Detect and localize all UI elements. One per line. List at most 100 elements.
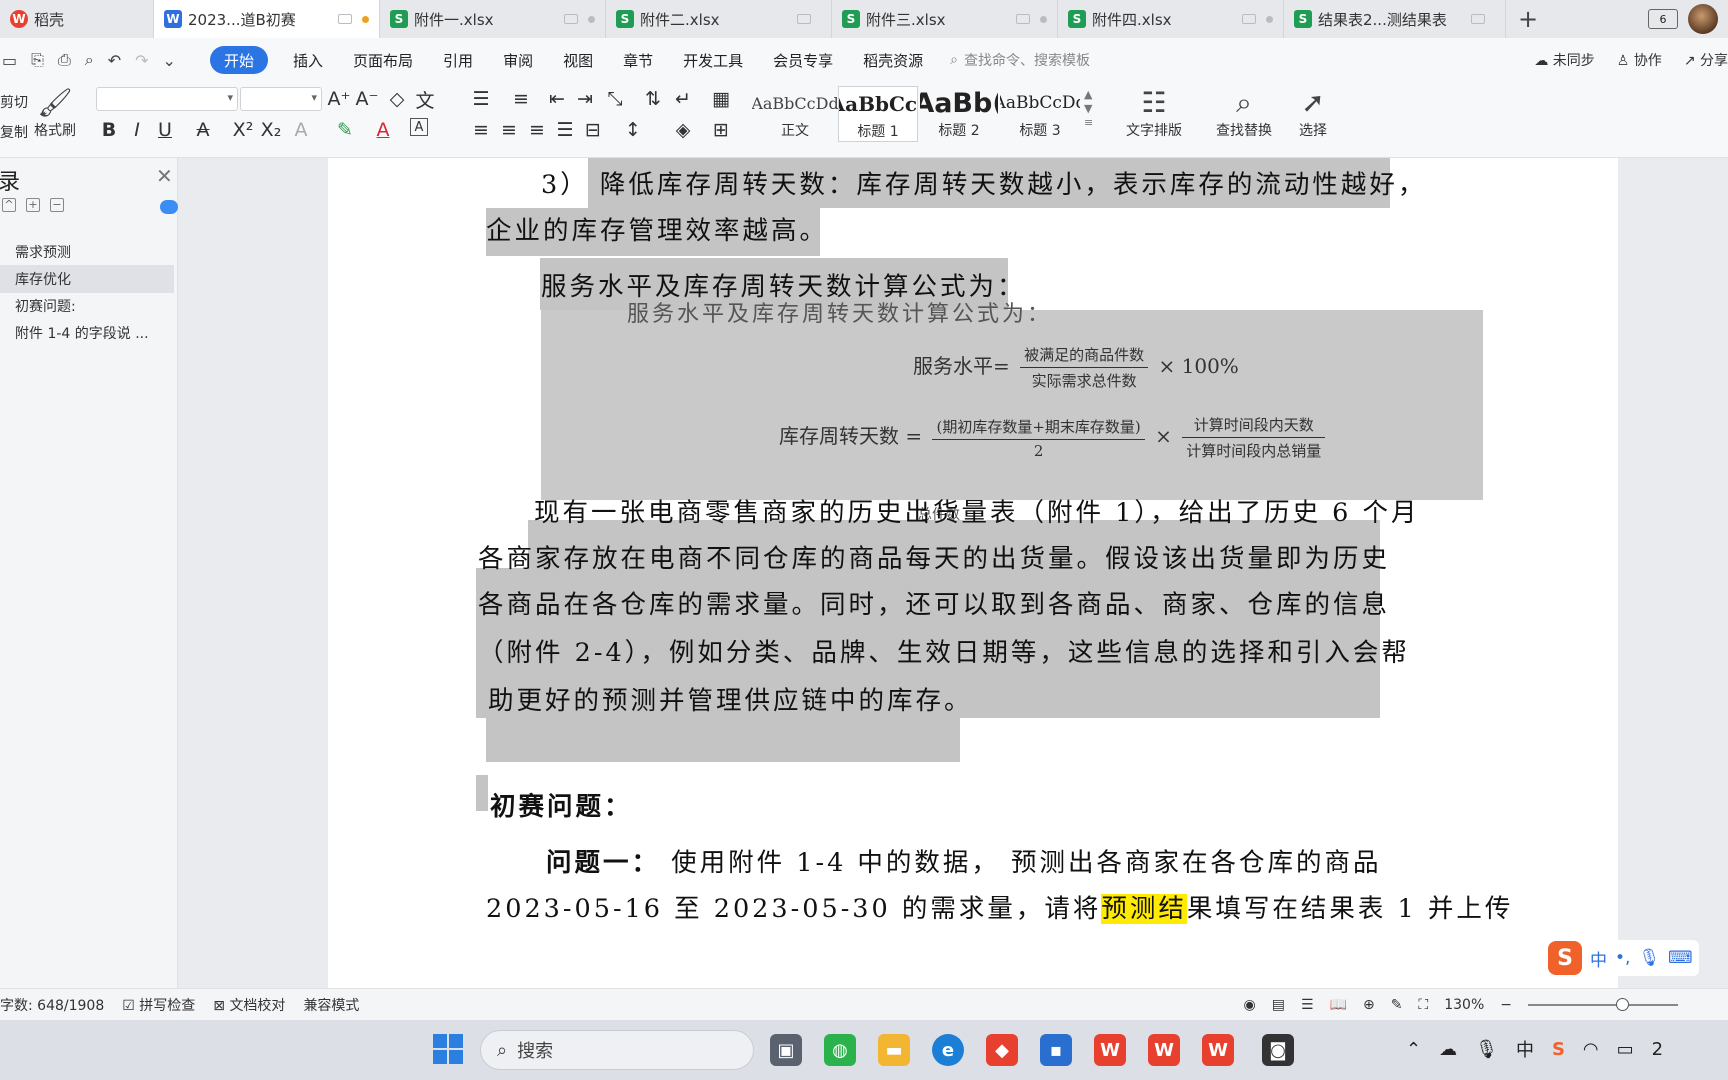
close-icon[interactable]: ✕ — [156, 164, 173, 188]
print-preview-icon[interactable]: ⌕ — [85, 50, 94, 70]
new-tab-button[interactable]: + — [1506, 0, 1550, 38]
web-view-icon[interactable]: ⊕ — [1363, 997, 1375, 1013]
shrink-font-icon[interactable]: A⁻ — [355, 87, 378, 111]
ime-toolbar[interactable]: S 中 •, 🎙 ⌨ — [1542, 940, 1699, 976]
find-replace-button[interactable]: ⌕ 查找替换 — [1206, 86, 1282, 140]
menu-chapter[interactable]: 章节 — [608, 46, 668, 74]
word-count[interactable]: 字数: 648/1908 — [0, 995, 104, 1015]
style-heading-2[interactable]: AaBb( 标题 2 — [920, 86, 998, 142]
edge-icon[interactable]: e — [932, 1034, 964, 1066]
wps-icon[interactable]: W — [1094, 1034, 1126, 1066]
format-painter-button[interactable]: 🖌 格式刷 — [30, 86, 80, 140]
doc-proof-button[interactable]: ⊠ 文档校对 — [213, 995, 285, 1015]
wps-writer-icon[interactable]: W — [1148, 1034, 1180, 1066]
shading-icon[interactable]: ◈ — [672, 118, 694, 142]
taskbar-search[interactable]: ⌕ 搜索 — [480, 1030, 754, 1070]
app-blue-icon[interactable]: ▪ — [1040, 1034, 1072, 1066]
align-right-icon[interactable]: ≡ — [526, 118, 548, 142]
sogou-icon[interactable]: S — [1548, 941, 1582, 975]
subscript-icon[interactable]: X₂ — [260, 118, 282, 142]
menu-page-layout[interactable]: 页面布局 — [338, 46, 428, 74]
menu-member[interactable]: 会员专享 — [758, 46, 848, 74]
outline-toggle[interactable] — [160, 200, 178, 214]
monitor-icon[interactable] — [797, 14, 811, 24]
increase-indent-icon[interactable]: ⇥ — [574, 87, 596, 111]
read-view-icon[interactable]: 📖 — [1330, 997, 1347, 1013]
style-gallery-scroll[interactable]: ▲ ▼ ≡ — [1084, 88, 1093, 130]
clear-format-icon[interactable]: ◇ — [386, 87, 408, 111]
task-view-icon[interactable]: ▣ — [770, 1034, 802, 1066]
outline-item[interactable]: 初赛问题: — [0, 292, 174, 320]
font-color-icon[interactable]: A — [372, 118, 394, 142]
style-normal[interactable]: AaBbCcDd 正文 — [752, 86, 838, 142]
italic-icon[interactable]: I — [126, 118, 148, 142]
borders-icon[interactable]: ⊞ — [710, 118, 732, 142]
monitor-icon[interactable] — [564, 14, 578, 24]
chevron-down-icon[interactable]: ⌄ — [163, 51, 176, 70]
align-center-icon[interactable]: ≡ — [498, 118, 520, 142]
wps-app-icon[interactable]: W — [1202, 1034, 1234, 1066]
tab-document[interactable]: W 2023...道B初赛 — [154, 0, 380, 38]
output-pdf-icon[interactable]: ⎘ — [31, 50, 44, 70]
font-size-select[interactable] — [240, 87, 322, 111]
capture-icon[interactable]: ◙ — [1262, 1034, 1294, 1066]
menu-references[interactable]: 引用 — [428, 46, 488, 74]
outline-item[interactable]: 附件 1-4 的字段说 ... — [0, 319, 174, 347]
zoom-slider[interactable] — [1528, 997, 1678, 1011]
formula-image[interactable]: 服务水平及库存周转天数计算公式为： 服务水平= 被满足的商品件数 实际需求总件数… — [541, 302, 1483, 500]
redo-icon[interactable]: ↷ — [135, 51, 148, 70]
fit-icon[interactable]: ⛶ — [1418, 997, 1428, 1013]
collapse-icon[interactable]: ^ — [2, 198, 16, 212]
clock[interactable]: 2 — [1652, 1039, 1663, 1060]
sync-status-button[interactable]: ☁ 未同步 — [1534, 50, 1594, 70]
bold-icon[interactable]: B — [98, 118, 120, 142]
document-page[interactable]: 3） 降低库存周转天数：库存周转天数越小，表示库存的流动性越好， 企业的库存管理… — [328, 158, 1618, 988]
sogou-tray-icon[interactable]: S — [1552, 1039, 1565, 1060]
highlight-color-icon[interactable]: ✎ — [334, 118, 356, 142]
tab-docer[interactable]: W 稻壳 — [0, 0, 154, 38]
tab-attachment-1[interactable]: S 附件一.xlsx — [380, 0, 606, 38]
keyboard-icon[interactable]: ⌨ — [1668, 948, 1693, 968]
outline-view-icon[interactable]: ☰ — [1301, 997, 1314, 1013]
show-marks-icon[interactable]: ↵ — [672, 87, 694, 111]
wifi-icon[interactable]: ◠ — [1583, 1039, 1599, 1060]
zoom-out-icon[interactable]: − — [1500, 997, 1512, 1013]
text-layout-button[interactable]: ☷ 文字排版 — [1116, 86, 1192, 140]
avatar[interactable] — [1688, 4, 1718, 34]
numbered-list-icon[interactable]: ≡ — [510, 87, 532, 111]
pen-icon[interactable]: ✎ — [1391, 997, 1403, 1013]
menu-insert[interactable]: 插入 — [278, 46, 338, 74]
menu-docer-resources[interactable]: 稻壳资源 — [848, 46, 938, 74]
file-explorer-icon[interactable]: ▬ — [878, 1034, 910, 1066]
font-family-select[interactable] — [96, 87, 238, 111]
menu-home[interactable]: 开始 — [210, 46, 269, 74]
outline-item-selected[interactable]: 库存优化 — [0, 265, 174, 293]
tab-attachment-4[interactable]: S 附件四.xlsx — [1058, 0, 1284, 38]
text-direction-icon[interactable]: ⤡ — [604, 87, 626, 111]
tab-result-table[interactable]: S 结果表2...测结果表 — [1284, 0, 1506, 38]
sort-icon[interactable]: ⇅ — [642, 87, 664, 111]
underline-icon[interactable]: U — [154, 118, 176, 142]
copy-button[interactable]: 复制 — [0, 122, 28, 142]
text-effect-icon[interactable]: A — [290, 118, 312, 142]
cut-button[interactable]: 剪切 — [0, 92, 28, 112]
table-tool-icon[interactable]: ▦ — [710, 87, 732, 111]
microphone-icon[interactable]: 🎙 — [1638, 948, 1660, 968]
share-button[interactable]: ↗ 分享 — [1684, 50, 1728, 70]
save-icon[interactable]: ▭ — [2, 51, 17, 70]
app-red-icon[interactable]: ◆ — [986, 1034, 1018, 1066]
char-border-icon[interactable]: A — [410, 118, 428, 136]
document-area[interactable]: 3） 降低库存周转天数：库存周转天数越小，表示库存的流动性越好， 企业的库存管理… — [178, 158, 1728, 988]
tray-lang[interactable]: 中 — [1516, 1036, 1534, 1062]
outline-item[interactable]: 需求预测 — [0, 238, 174, 266]
style-heading-3[interactable]: AaBbCcDd 标题 3 — [1000, 86, 1080, 142]
window-count-badge[interactable]: 6 — [1648, 9, 1678, 29]
undo-icon[interactable]: ↶ — [108, 51, 121, 70]
menu-view[interactable]: 视图 — [548, 46, 608, 74]
zoom-slider-knob[interactable] — [1616, 997, 1629, 1011]
monitor-icon[interactable] — [1016, 14, 1030, 24]
page-view-icon[interactable]: ▤ — [1272, 997, 1285, 1013]
phonetic-guide-icon[interactable]: 文 — [414, 87, 436, 112]
minus-icon[interactable]: − — [50, 198, 64, 212]
spell-check-button[interactable]: ☑ 拼写检查 — [122, 995, 195, 1015]
